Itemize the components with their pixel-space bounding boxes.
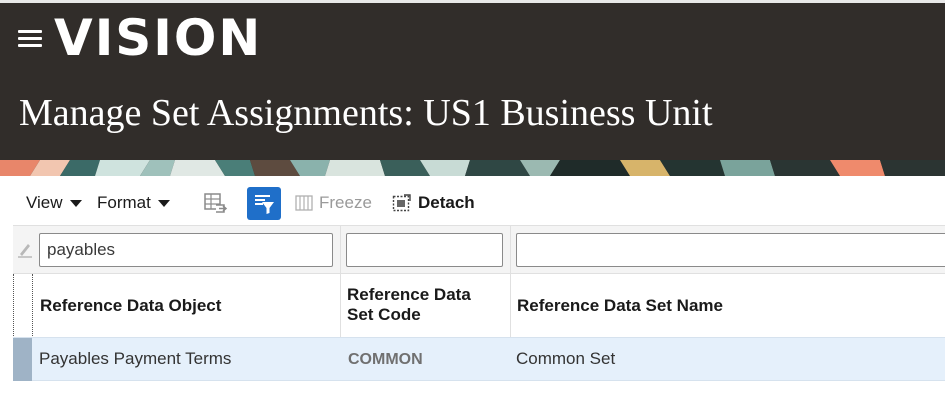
column-divider bbox=[340, 225, 341, 337]
freeze-icon bbox=[295, 195, 313, 211]
query-by-example-row bbox=[13, 225, 945, 273]
detach-button[interactable]: Detach bbox=[392, 190, 475, 216]
freeze-button[interactable]: Freeze bbox=[295, 190, 372, 216]
set-name-filter[interactable] bbox=[516, 233, 945, 267]
format-menu-label: Format bbox=[97, 193, 151, 212]
export-icon[interactable] bbox=[202, 190, 228, 216]
row-header-column bbox=[13, 274, 33, 338]
row-selector[interactable] bbox=[13, 338, 32, 381]
freeze-label: Freeze bbox=[319, 193, 372, 212]
set-code-filter[interactable] bbox=[346, 233, 503, 267]
hamburger-menu-icon[interactable] bbox=[18, 28, 42, 48]
cell-set-name: Common Set bbox=[516, 349, 616, 368]
detach-label: Detach bbox=[418, 193, 475, 212]
cell-set-code: COMMON bbox=[348, 351, 423, 368]
table-header-row: Reference Data Object Reference Data Set… bbox=[13, 273, 945, 338]
page-title: Manage Set Assignments: US1 Business Uni… bbox=[19, 92, 713, 134]
view-menu-label: View bbox=[26, 193, 63, 212]
format-menu[interactable]: Format bbox=[97, 190, 170, 216]
app-header: VISION Manage Set Assignments: US1 Busin… bbox=[0, 0, 945, 160]
column-header-set-name[interactable]: Reference Data Set Name bbox=[517, 296, 723, 316]
cell-reference-data-object: Payables Payment Terms bbox=[39, 349, 232, 368]
column-header-reference-data-object[interactable]: Reference Data Object bbox=[40, 296, 221, 316]
table-row[interactable]: Payables Payment Terms COMMON Common Set bbox=[13, 337, 945, 381]
reference-data-object-filter[interactable] bbox=[39, 233, 333, 267]
table-toolbar: View Format Freeze Detach bbox=[0, 180, 945, 224]
caret-down-icon bbox=[157, 199, 170, 207]
caret-down-icon bbox=[69, 199, 82, 207]
app-logo[interactable]: VISION bbox=[54, 8, 262, 68]
view-menu[interactable]: View bbox=[26, 190, 82, 216]
decorative-banner bbox=[0, 160, 945, 176]
reference-data-table: Reference Data Object Reference Data Set… bbox=[13, 225, 945, 381]
top-border bbox=[0, 0, 945, 3]
pencil-icon bbox=[18, 244, 32, 258]
query-by-example-icon[interactable] bbox=[247, 187, 281, 220]
column-divider bbox=[510, 225, 511, 337]
detach-icon bbox=[392, 194, 411, 212]
column-header-set-code[interactable]: Reference Data Set Code bbox=[347, 285, 497, 325]
